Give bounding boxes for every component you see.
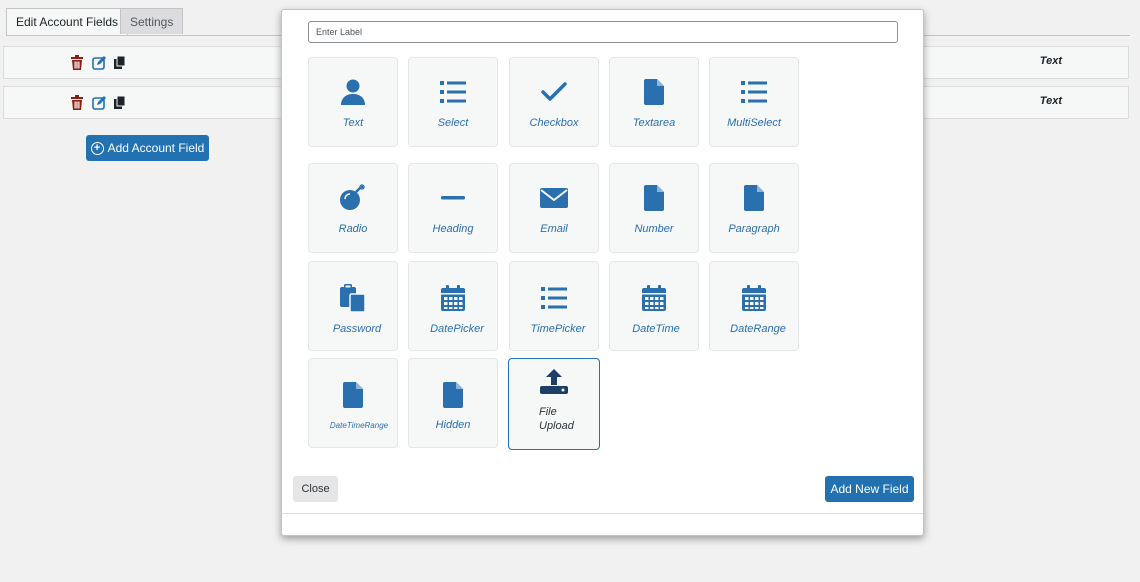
tile-textarea[interactable]: Textarea <box>609 57 699 147</box>
edit-icon[interactable] <box>92 95 106 110</box>
tile-datetimerange[interactable]: DateTimeRange <box>308 358 398 448</box>
tile-timepicker[interactable]: TimePicker <box>509 261 599 351</box>
tile-label: Password <box>332 323 382 335</box>
calendar-icon <box>441 285 465 311</box>
close-button[interactable]: Close <box>293 476 338 502</box>
add-field-modal: Text Select Checkbox Textarea MultiSelec… <box>281 9 924 536</box>
tile-radio[interactable]: Radio <box>308 163 398 253</box>
tile-label: Radio <box>338 223 368 235</box>
tile-datetime[interactable]: DateTime <box>609 261 699 351</box>
tile-label: Number <box>634 223 674 235</box>
tile-select[interactable]: Select <box>408 57 498 147</box>
trash-icon[interactable] <box>70 95 84 110</box>
label-input[interactable] <box>308 21 898 43</box>
tile-file-upload[interactable]: File Upload <box>508 358 600 450</box>
field-type-label: Text <box>1039 55 1062 67</box>
tile-label: DatePicker <box>430 323 484 335</box>
tile-label: Heading <box>432 223 474 235</box>
tab-settings[interactable]: Settings <box>120 8 184 34</box>
tile-label: Hidden <box>435 419 471 431</box>
tile-label: File Upload <box>539 406 574 432</box>
list-icon <box>541 287 567 309</box>
tile-label: DateTimeRange <box>329 421 389 430</box>
add-new-field-button[interactable]: Add New Field <box>825 476 914 502</box>
plus-circle-icon: + <box>90 141 104 155</box>
trash-icon[interactable] <box>70 55 84 70</box>
file-icon <box>443 382 463 408</box>
tile-password[interactable]: Password <box>308 261 398 351</box>
tile-label: Textarea <box>632 117 676 129</box>
tile-label: Text <box>342 117 364 129</box>
tile-daterange[interactable]: DateRange <box>709 261 799 351</box>
upload-icon <box>540 368 568 394</box>
tile-paragraph[interactable]: Paragraph <box>709 163 799 253</box>
tile-hidden[interactable]: Hidden <box>408 358 498 448</box>
add-account-field-button[interactable]: + Add Account Field <box>86 135 209 161</box>
tile-label: Select <box>437 117 469 129</box>
list-icon <box>440 81 466 103</box>
check-icon <box>541 82 567 102</box>
envelope-icon <box>540 188 568 208</box>
tile-heading[interactable]: Heading <box>408 163 498 253</box>
user-icon <box>341 79 365 105</box>
tile-label: MultiSelect <box>727 117 781 129</box>
tile-label: TimePicker <box>530 323 586 335</box>
tile-label: DateRange <box>730 323 786 335</box>
tile-label: Email <box>540 223 568 235</box>
tile-email[interactable]: Email <box>509 163 599 253</box>
edit-icon[interactable] <box>92 55 106 70</box>
copy-icon[interactable] <box>114 56 126 69</box>
field-type-label: Text <box>1039 95 1062 107</box>
tile-label: Paragraph <box>728 223 780 235</box>
tile-datepicker[interactable]: DatePicker <box>408 261 498 351</box>
file-icon <box>644 185 664 211</box>
add-account-field-label: Add Account Field <box>107 141 205 155</box>
tile-label: DateTime <box>632 323 680 335</box>
paste-icon <box>339 284 367 312</box>
tab-edit-account-fields[interactable]: Edit Account Fields <box>6 8 129 36</box>
tile-number[interactable]: Number <box>609 163 699 253</box>
bomb-icon <box>339 184 367 212</box>
calendar-icon <box>742 285 766 311</box>
calendar-icon <box>642 285 666 311</box>
tile-text[interactable]: Text <box>308 57 398 147</box>
file-icon <box>644 79 664 105</box>
tile-multiselect[interactable]: MultiSelect <box>709 57 799 147</box>
minus-icon <box>441 196 465 200</box>
list-icon <box>741 81 767 103</box>
file-icon <box>744 185 764 211</box>
tile-label: Checkbox <box>529 117 579 129</box>
tile-checkbox[interactable]: Checkbox <box>509 57 599 147</box>
file-icon <box>343 382 363 408</box>
modal-footer-divider <box>282 513 923 514</box>
copy-icon[interactable] <box>114 96 126 109</box>
